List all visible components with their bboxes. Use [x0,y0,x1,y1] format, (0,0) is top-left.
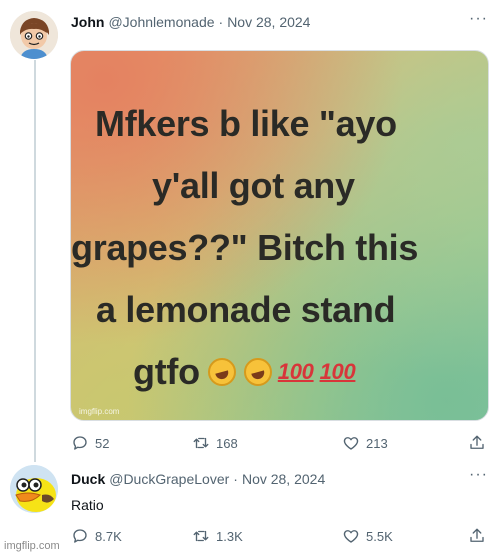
reply-author-handle[interactable]: @DuckGrapeLover [109,471,229,487]
reply-author-meta: @DuckGrapeLover · Nov 28, 2024 [109,471,325,487]
reply-header: Duck @DuckGrapeLover · Nov 28, 2024 [71,471,325,487]
like-icon [343,437,359,450]
like-count: 213 [366,435,388,451]
like-count: 5.5K [366,528,393,544]
meme-text: Mfkers b like "ayo y'all got any grapes?… [71,93,488,403]
author-meta: @Johnlemonade · Nov 28, 2024 [108,14,310,30]
reply-author-name[interactable]: Duck [71,471,105,487]
retweet-count: 1.3K [216,528,243,544]
reply-count: 52 [95,435,110,451]
meme-line-5-text: gtfo [133,351,200,392]
media-watermark: imgflip.com [79,407,120,416]
reply-icon [73,529,87,543]
more-icon[interactable]: ··· [469,10,488,28]
hundred-emoji-icon: 100 [277,359,314,384]
meme-line-5: gtfo 100 100 [71,341,488,403]
hundred-emoji-icon: 100 [319,359,356,384]
reply-icon [73,436,87,450]
share-button[interactable] [468,434,492,452]
reply-date[interactable]: Nov 28, 2024 [242,471,325,487]
tweet-media-image[interactable]: Mfkers b like "ayo y'all got any grapes?… [70,50,489,421]
retweet-button[interactable]: 168 [192,434,238,452]
duck-avatar-drawing [10,465,58,513]
meme-line-1: Mfkers b like "ayo [95,103,397,144]
meme-line-4: a lemonade stand [96,289,396,330]
retweet-button[interactable]: 1.3K [192,527,243,545]
meme-line-2: y'all got any [152,165,355,206]
tweet-header: John @Johnlemonade · Nov 28, 2024 [71,14,310,30]
thread-line [34,60,36,462]
like-button[interactable]: 213 [342,434,388,452]
author-name[interactable]: John [71,14,104,30]
share-icon [470,528,484,542]
laughing-emoji-icon [243,358,272,386]
author-handle[interactable]: @Johnlemonade [108,14,214,30]
like-button[interactable]: 5.5K [342,527,393,545]
share-icon [470,435,484,449]
john-avatar-drawing [10,11,58,59]
reply-actions: 8.7K 1.3K 5.5K [71,527,489,547]
separator-dot: · [233,471,238,487]
laughing-emoji-icon [207,358,236,386]
tweet-actions: 52 168 213 [71,434,489,454]
meme-line-3: grapes??" Bitch this [71,227,419,268]
imgflip-watermark: imgflip.com [4,540,60,552]
share-button[interactable] [468,527,492,545]
retweet-icon [193,530,209,542]
retweet-icon [193,437,209,449]
tweet-date[interactable]: Nov 28, 2024 [227,14,310,30]
reply-text: Ratio [71,497,104,513]
reply-count: 8.7K [95,528,122,544]
reply-button[interactable]: 8.7K [71,527,122,545]
avatar-john[interactable] [10,11,58,59]
like-icon [343,530,359,543]
avatar-duck[interactable] [10,465,58,513]
reply-button[interactable]: 52 [71,434,109,452]
retweet-count: 168 [216,435,238,451]
separator-dot: · [218,14,224,30]
more-icon[interactable]: ··· [469,466,488,484]
